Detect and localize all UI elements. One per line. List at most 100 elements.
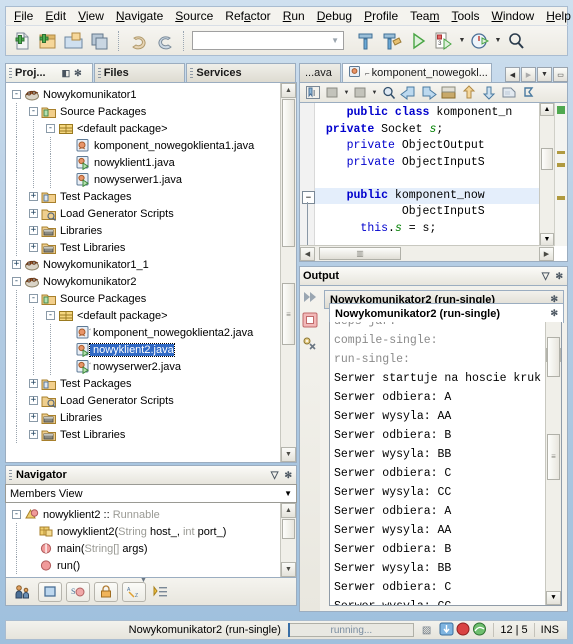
minimize-icon[interactable]: ◧ <box>62 68 71 79</box>
redo-icon[interactable] <box>153 29 177 53</box>
save-all-icon[interactable] <box>88 29 112 53</box>
menu-profile[interactable]: Profile <box>358 8 404 25</box>
last-edit-icon[interactable] <box>323 84 342 102</box>
tab-services[interactable]: Services <box>186 63 296 82</box>
tree-node[interactable]: - <default package> <box>6 307 296 324</box>
scroll-up-arrow-icon[interactable]: ▲ <box>281 503 296 518</box>
navigator-vscrollbar[interactable]: ▲ ▼ <box>280 503 296 577</box>
shift-line-right-icon[interactable] <box>479 84 498 102</box>
tree-node[interactable]: + Nowykomunikator1_1 <box>6 256 296 273</box>
tree-node[interactable]: - Nowykomunikator1 <box>6 86 296 103</box>
collapse-node-icon[interactable]: - <box>46 311 55 320</box>
code-text[interactable]: public class komponent_n private Socket … <box>315 105 540 261</box>
tree-node[interactable]: ᷾nowyserwer2.java <box>6 358 296 375</box>
navigator-options-icon[interactable]: ▽ <box>271 470 279 481</box>
code-editor[interactable]: − public class komponent_n private Socke… <box>299 103 568 262</box>
menu-debug[interactable]: Debug <box>311 8 358 25</box>
tree-node[interactable]: nowyserwer1.java <box>6 171 296 188</box>
chevron-down-icon[interactable]: ▼ <box>371 90 378 96</box>
navigator-view-select[interactable]: Members View ▼ <box>5 484 297 503</box>
menu-run[interactable]: Run <box>277 8 311 25</box>
ant-settings-icon[interactable] <box>302 336 319 355</box>
new-file-icon[interactable] <box>10 29 34 53</box>
projects-tree[interactable]: - Nowykomunikator1- Source Packages - <defau… <box>6 83 296 443</box>
menu-team[interactable]: Team <box>404 8 445 25</box>
sort-alphabetically-icon[interactable]: AZ <box>122 581 146 602</box>
comment-icon[interactable] <box>519 84 538 102</box>
menu-help[interactable]: Help <box>540 8 573 25</box>
expand-node-icon[interactable]: + <box>29 243 38 252</box>
tree-node[interactable]: + Test Libraries <box>6 239 296 256</box>
collapse-handle-icon[interactable]: ▼ <box>140 577 147 584</box>
show-static-members-icon[interactable]: S <box>66 581 90 602</box>
background-tasks-icon[interactable] <box>472 622 487 639</box>
tree-node[interactable]: + Load Generator Scripts <box>6 205 296 222</box>
toggle-rectangular-selection-icon[interactable] <box>439 84 458 102</box>
scroll-tabs-right-icon[interactable]: ▶ <box>521 67 536 82</box>
menu-tools[interactable]: Tools <box>445 8 485 25</box>
show-non-public-members-icon[interactable] <box>94 581 118 602</box>
navigator-members-tree[interactable]: - nowyklient2 :: Runnable nowyklient2(Stri… <box>6 503 296 574</box>
output-vscrollbar[interactable]: ▲ ≡ ▼ <box>545 322 561 605</box>
editor-tab-0[interactable]: ...ava <box>299 63 341 82</box>
scroll-right-arrow-icon[interactable]: ▶ <box>539 246 554 261</box>
scroll-thumb[interactable]: ▥ <box>319 247 401 260</box>
tree-node[interactable]: komponent_nowegoklienta1.java <box>6 137 296 154</box>
scroll-down-arrow-icon[interactable]: ▼ <box>281 447 296 462</box>
navigator-member[interactable]: main(String[] args) <box>6 540 296 557</box>
chevron-down-icon[interactable]: ▼ <box>343 90 350 96</box>
profile-project-icon[interactable] <box>468 29 492 53</box>
scroll-thumb-secondary[interactable]: ≡ <box>282 283 295 345</box>
scroll-down-arrow-icon[interactable]: ▼ <box>546 591 561 605</box>
output-console[interactable]: deps-jar: compile-single: run-single: Serwe… <box>329 322 562 606</box>
scroll-thumb[interactable] <box>547 337 560 377</box>
scroll-up-arrow-icon[interactable]: ▲ <box>281 83 296 98</box>
expand-node-icon[interactable]: + <box>12 260 21 269</box>
show-fields-icon[interactable] <box>38 581 62 602</box>
shift-line-left-icon[interactable] <box>459 84 478 102</box>
tree-node[interactable]: + Test Packages <box>6 188 296 205</box>
tree-node[interactable]: - Nowykomunikator2 <box>6 273 296 290</box>
notifications-icon[interactable] <box>439 622 454 639</box>
stop-task-icon[interactable]: ▨ <box>422 625 431 636</box>
next-bookmark-icon[interactable] <box>419 84 438 102</box>
scroll-down-arrow-icon[interactable]: ▼ <box>281 562 296 577</box>
scroll-tabs-left-icon[interactable]: ◀ <box>505 67 520 82</box>
memory-icon[interactable] <box>456 622 470 639</box>
collapse-node-icon[interactable]: - <box>12 277 21 286</box>
debug-project-icon[interactable]: 3 <box>432 29 456 53</box>
search-icon[interactable] <box>504 29 528 53</box>
progress-bar[interactable]: running... <box>287 623 414 637</box>
project-configuration-combo[interactable]: ▼ <box>192 31 344 50</box>
menu-refactor[interactable]: Refactor <box>219 8 276 25</box>
menu-edit[interactable]: Edit <box>39 8 72 25</box>
menu-view[interactable]: View <box>72 8 110 25</box>
run-project-icon[interactable] <box>406 29 430 53</box>
menu-window[interactable]: Window <box>486 8 541 25</box>
navigator-member[interactable]: run() <box>6 557 296 574</box>
maximize-icon[interactable]: ▭ <box>553 67 568 82</box>
output-close-icon[interactable]: ✻ <box>555 271 563 282</box>
collapse-node-icon[interactable]: - <box>12 510 21 519</box>
editor-tab-1[interactable]: ᷾ ⌐ komponent_nowegokl... <box>342 63 492 82</box>
expand-node-icon[interactable]: + <box>29 379 38 388</box>
scroll-up-arrow-icon[interactable]: ▲ <box>540 103 554 116</box>
code-hscrollbar[interactable]: ◀ ▥ ▶ <box>300 245 554 261</box>
tree-node[interactable]: - Source Packages <box>6 103 296 120</box>
menu-source[interactable]: Source <box>169 8 219 25</box>
find-selection-icon[interactable] <box>379 84 398 102</box>
tab-list-icon[interactable]: ▼ <box>537 67 552 82</box>
tree-node[interactable]: + Test Packages <box>6 375 296 392</box>
tree-node[interactable]: ᷾nowyklient2.java <box>6 341 296 358</box>
expand-node-icon[interactable]: + <box>29 226 38 235</box>
output-tab-front[interactable]: Nowykomunikator2 (run-single) ✻ <box>329 303 564 323</box>
menu-file[interactable]: File <box>8 8 39 25</box>
toggle-bookmark-icon[interactable]: I <box>303 84 322 102</box>
tree-node[interactable]: + Test Libraries <box>6 426 296 443</box>
tree-node[interactable]: nowyklient1.java <box>6 154 296 171</box>
close-icon[interactable]: ✻ <box>550 308 558 319</box>
debug-dropdown-icon[interactable]: ▼ <box>458 29 466 53</box>
close-icon[interactable]: ✻ <box>74 68 82 79</box>
start-macro-recording-icon[interactable] <box>499 84 518 102</box>
projects-vscrollbar[interactable]: ▲ ≡ ▼ <box>280 83 296 462</box>
